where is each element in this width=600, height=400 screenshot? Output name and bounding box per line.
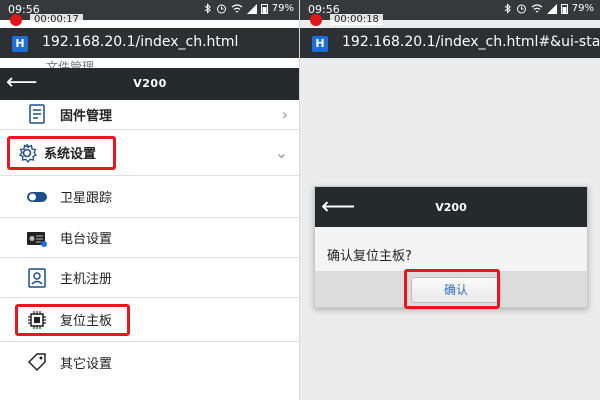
menu-item-system-settings[interactable]: 系统设置 ⌄ xyxy=(0,130,300,176)
tag-icon xyxy=(27,353,46,372)
radio-icon xyxy=(27,232,47,247)
menu-label: 系统设置 xyxy=(44,147,97,162)
bluetooth-icon xyxy=(204,3,211,14)
menu-label: 其它设置 xyxy=(60,356,113,372)
chevron-down-icon: ⌄ xyxy=(274,143,288,162)
alarm-icon xyxy=(516,4,526,14)
app-title: V200 xyxy=(133,77,167,90)
menu-item-satellite-tracking[interactable]: 卫星跟踪 xyxy=(0,176,300,218)
dialog-title: V200 xyxy=(435,201,467,214)
url-text[interactable]: 192.168.20.1/index_ch.html xyxy=(42,34,238,50)
wifi-icon xyxy=(531,3,543,12)
menu-item-firmware[interactable]: 固件管理 › xyxy=(0,100,300,130)
menu-label: 固件管理 xyxy=(60,109,113,124)
toggle-icon xyxy=(27,192,47,202)
gear-icon xyxy=(18,143,38,164)
battery-percent: 79% xyxy=(571,3,594,14)
left-screenshot: 09:56 79% H 192.168.20.1/index_ch.html 文… xyxy=(0,0,300,400)
right-screenshot: 09:56 79% H 192.168.20.1/index_ch.html#&… xyxy=(300,0,600,400)
record-timer: 00:00:18 xyxy=(330,14,383,25)
signal-icon xyxy=(246,3,257,14)
battery-icon xyxy=(560,4,568,14)
dialog-message: 确认复位主板? xyxy=(327,249,412,264)
menu-label: 卫星跟踪 xyxy=(60,191,113,206)
menu-item-reset-mainboard[interactable]: 复位主板 xyxy=(0,298,300,342)
menu-label: 复位主板 xyxy=(60,314,113,329)
confirm-button[interactable]: 确认 xyxy=(411,277,501,303)
dialog-footer: 确认 xyxy=(315,271,587,307)
bluetooth-icon xyxy=(504,3,511,14)
browser-url-bar[interactable]: H 192.168.20.1/index_ch.html xyxy=(0,28,300,58)
app-header: ⟵ V200 xyxy=(0,68,300,100)
record-timer: 00:00:17 xyxy=(30,14,83,25)
url-text[interactable]: 192.168.20.1/index_ch.html#&ui-state= xyxy=(342,34,600,50)
record-indicator-icon xyxy=(310,14,322,26)
wifi-icon xyxy=(231,3,243,12)
menu-item-radio-settings[interactable]: 电台设置 xyxy=(0,218,300,258)
site-favicon: H xyxy=(12,36,28,52)
chip-icon xyxy=(28,311,46,329)
confirm-dialog: ⟵ V200 确认复位主板? 确认 xyxy=(314,186,588,308)
menu-label: 主机注册 xyxy=(60,272,113,287)
contact-icon xyxy=(28,268,46,288)
menu-item-other-settings[interactable]: 其它设置 xyxy=(0,342,300,382)
menu-item-host-registration[interactable]: 主机注册 xyxy=(0,258,300,298)
chevron-right-icon: › xyxy=(281,105,288,124)
signal-icon xyxy=(546,3,557,14)
alarm-icon xyxy=(216,4,226,14)
battery-icon xyxy=(260,4,268,14)
record-indicator-icon xyxy=(10,14,22,26)
battery-percent: 79% xyxy=(271,3,294,14)
menu-label: 电台设置 xyxy=(60,232,113,247)
firmware-icon xyxy=(29,104,45,124)
browser-url-bar[interactable]: H 192.168.20.1/index_ch.html#&ui-state= xyxy=(300,28,600,58)
dialog-header: ⟵ V200 xyxy=(315,187,587,227)
site-favicon: H xyxy=(312,36,328,52)
